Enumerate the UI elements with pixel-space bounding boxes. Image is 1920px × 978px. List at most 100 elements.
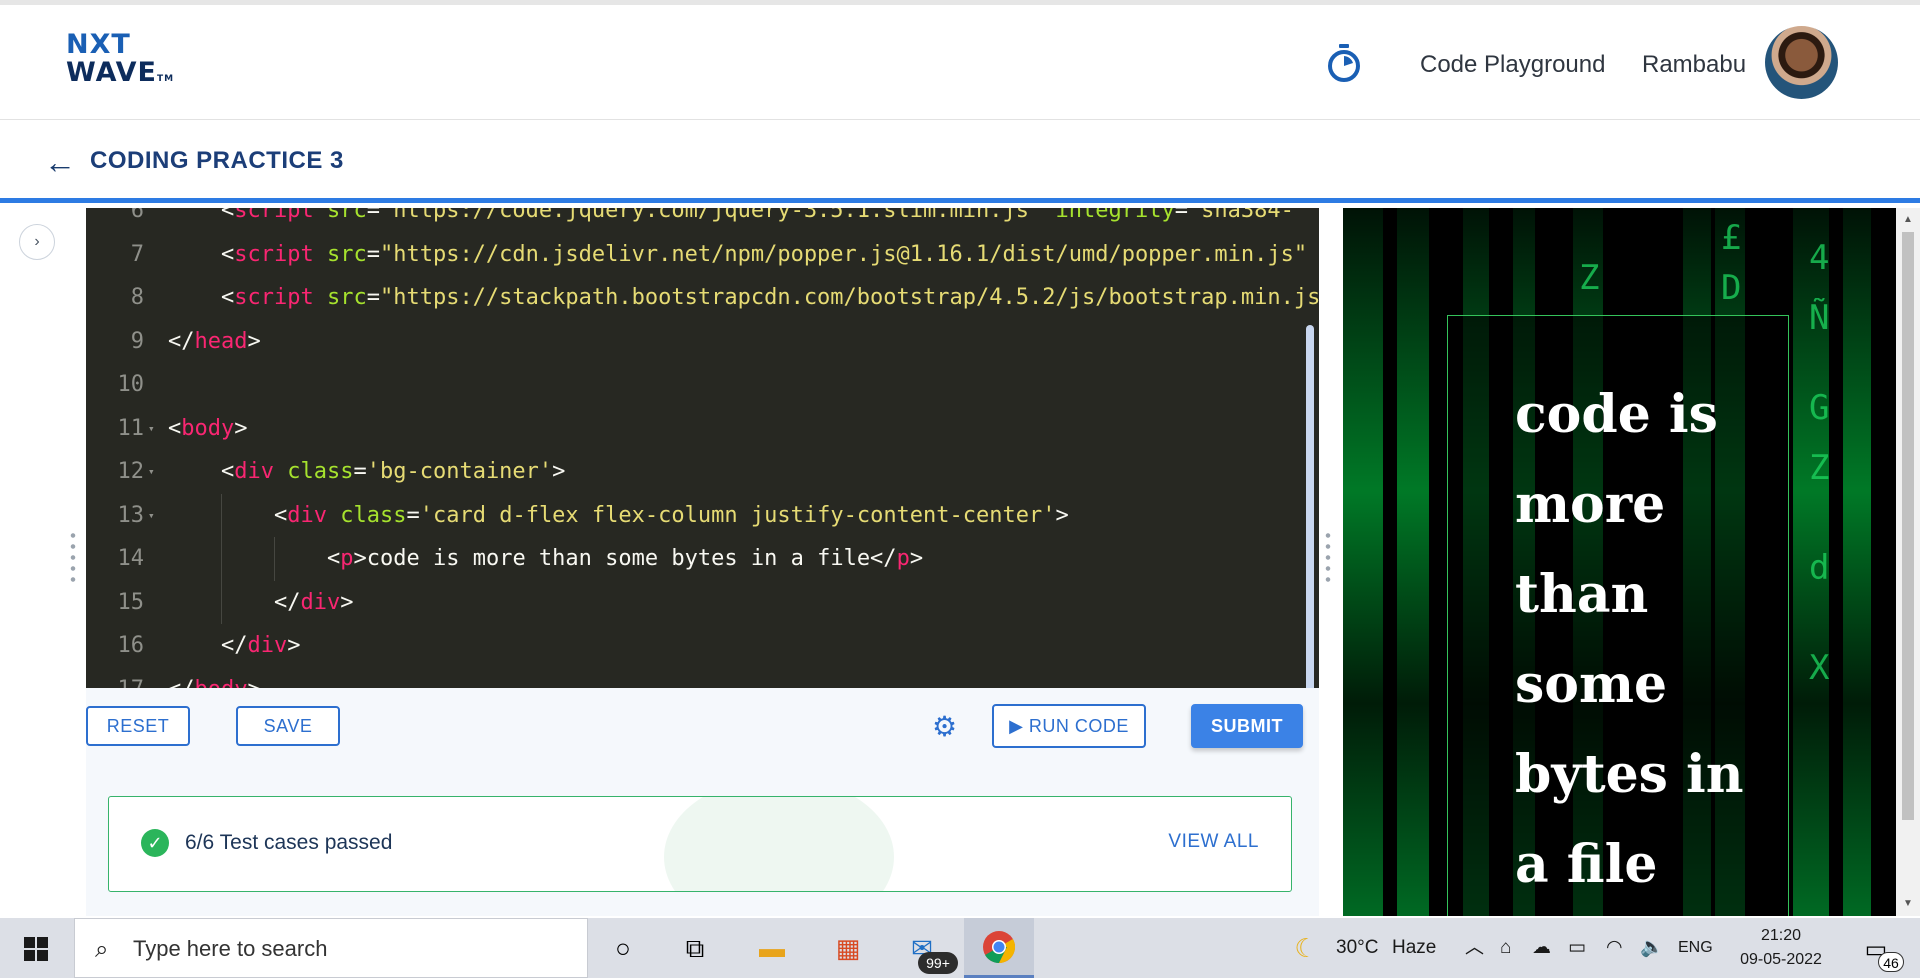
code-line[interactable]: 11 ▾ <body> bbox=[86, 407, 1319, 451]
code-token: head bbox=[194, 328, 248, 354]
code-token: < bbox=[221, 459, 235, 484]
code-token: div bbox=[247, 633, 288, 658]
code-line[interactable]: 10 bbox=[86, 363, 1319, 407]
temperature[interactable]: 30°C bbox=[1336, 918, 1378, 978]
resize-handle-left[interactable] bbox=[70, 530, 76, 586]
volume-icon[interactable]: 🔈 bbox=[1640, 918, 1664, 978]
app-header: NXT WAVETM Code Playground Rambabu bbox=[0, 5, 1920, 120]
language-indicator[interactable]: ENG bbox=[1678, 918, 1713, 978]
chevron-up-icon[interactable]: ︿ bbox=[1465, 918, 1484, 978]
code-playground-link[interactable]: Code Playground bbox=[1420, 51, 1605, 79]
start-button[interactable] bbox=[0, 918, 72, 978]
expand-sidebar-button[interactable]: › bbox=[19, 224, 55, 260]
code-line[interactable]: 17 </body> bbox=[86, 668, 1319, 689]
line-number[interactable]: 11 bbox=[86, 407, 145, 451]
weather-text[interactable]: Haze bbox=[1392, 918, 1436, 978]
submit-button[interactable]: SUBMIT bbox=[1191, 704, 1303, 748]
code-token: > bbox=[552, 459, 566, 484]
clock-time: 21:20 bbox=[1760, 927, 1802, 944]
arrow-left-icon[interactable]: ← bbox=[44, 146, 76, 178]
cortana-icon[interactable]: ○ bbox=[603, 928, 643, 968]
line-number[interactable]: 9 bbox=[86, 320, 144, 364]
stopwatch-icon[interactable] bbox=[1326, 43, 1362, 83]
clock-date: 09-05-2022 bbox=[1740, 951, 1822, 968]
scrollbar-thumb[interactable] bbox=[1902, 232, 1914, 820]
wifi-icon[interactable]: ◠ bbox=[1606, 918, 1623, 978]
code-text: <div class='card d-flex flex-column just… bbox=[274, 494, 1069, 538]
test-result-text: 6/6 Test cases passed bbox=[185, 831, 393, 854]
code-line[interactable]: 8 <script src="https://stackpath.bootstra… bbox=[86, 276, 1319, 320]
code-token: </ bbox=[274, 589, 301, 615]
code-token: </ bbox=[221, 633, 248, 658]
practice-bar: ← CODING PRACTICE 3 bbox=[0, 121, 1920, 203]
code-token: < bbox=[327, 546, 341, 571]
taskbar-search[interactable]: ⌕ Type here to search bbox=[74, 918, 588, 978]
code-line[interactable]: 15 </div> bbox=[86, 580, 1319, 625]
nxtwave-logo[interactable]: NXT WAVETM bbox=[66, 31, 174, 93]
code-token: < bbox=[221, 208, 235, 223]
matrix-column bbox=[1343, 208, 1383, 916]
test-result-panel: ✓ 6/6 Test cases passed VIEW ALL bbox=[108, 796, 1292, 892]
code-token: > bbox=[340, 589, 354, 615]
code-line[interactable]: 12 ▾ <div class='bg-container'> bbox=[86, 450, 1319, 494]
line-number[interactable]: 7 bbox=[86, 233, 144, 277]
scroll-down-icon[interactable]: ▼ bbox=[1903, 898, 1913, 909]
system-clock[interactable]: 21:20 09-05-2022 bbox=[1726, 924, 1836, 972]
task-view-icon[interactable]: ⧉ bbox=[675, 928, 715, 968]
code-token: 'bg-container' bbox=[366, 459, 553, 484]
meet-now-icon[interactable]: ⌂ bbox=[1500, 918, 1511, 978]
code-token: script bbox=[234, 241, 314, 267]
code-token: body bbox=[181, 415, 235, 441]
line-number[interactable]: 13 bbox=[86, 494, 145, 538]
code-line[interactable]: 13 ▾ <div class='card d-flex flex-column j… bbox=[86, 493, 1319, 538]
username[interactable]: Rambabu bbox=[1642, 51, 1746, 79]
chrome-taskbar-item[interactable] bbox=[964, 918, 1034, 978]
fold-toggle-icon[interactable]: ▾ bbox=[148, 407, 155, 451]
page-title: CODING PRACTICE 3 bbox=[90, 147, 344, 174]
code-line[interactable]: 6 <script src="https://code.jquery.com/jq… bbox=[86, 208, 1319, 233]
code-token: 'card d-flex flex-column justify-content… bbox=[419, 502, 1056, 528]
reset-button[interactable]: RESET bbox=[86, 706, 190, 746]
save-button[interactable]: SAVE bbox=[236, 706, 340, 746]
line-number[interactable]: 8 bbox=[86, 276, 144, 320]
code-token: src bbox=[313, 208, 367, 223]
code-line[interactable]: 16 </div> bbox=[86, 624, 1319, 668]
avatar[interactable] bbox=[1765, 26, 1838, 99]
code-token: = bbox=[366, 208, 380, 223]
code-token: >code is more than some bytes in a file<… bbox=[353, 546, 897, 571]
matrix-column bbox=[1397, 208, 1429, 916]
fold-toggle-icon[interactable]: ▾ bbox=[148, 494, 155, 538]
code-token: = bbox=[406, 502, 420, 528]
scroll-up-icon[interactable]: ▲ bbox=[1903, 214, 1913, 225]
view-all-link[interactable]: VIEW ALL bbox=[1168, 831, 1259, 853]
page-scrollbar[interactable]: ▲ ▼ bbox=[1896, 208, 1920, 916]
matrix-glyph: X bbox=[1809, 648, 1830, 688]
code-line[interactable]: 7 <script src="https://cdn.jsdelivr.net/n… bbox=[86, 233, 1319, 277]
code-token: > bbox=[287, 633, 301, 658]
line-number[interactable]: 17 bbox=[86, 668, 145, 689]
line-number[interactable]: 14 bbox=[86, 537, 145, 581]
microsoft-store-icon[interactable]: ▦ bbox=[828, 928, 868, 968]
line-number[interactable]: 15 bbox=[86, 581, 145, 625]
file-explorer-icon[interactable]: ▬ bbox=[752, 928, 792, 968]
code-text: <script src="https://code.jquery.com/jqu… bbox=[221, 208, 1294, 233]
line-number[interactable]: 16 bbox=[86, 624, 145, 668]
code-text: <script src="https://cdn.jsdelivr.net/np… bbox=[221, 233, 1307, 277]
fold-toggle-icon[interactable]: ▾ bbox=[148, 450, 155, 494]
resize-handle-right[interactable] bbox=[1325, 530, 1331, 586]
run-code-button[interactable]: ▶ RUN CODE bbox=[992, 704, 1146, 748]
code-line[interactable]: 14 <p>code is more than some bytes in a f… bbox=[86, 537, 1319, 581]
line-number[interactable]: 12 bbox=[86, 450, 145, 494]
onedrive-icon[interactable]: ☁ bbox=[1532, 918, 1551, 978]
code-token: class bbox=[327, 502, 407, 528]
code-token: body bbox=[195, 677, 248, 689]
line-number[interactable]: 10 bbox=[86, 363, 145, 407]
gear-icon[interactable]: ⚙ bbox=[932, 713, 960, 741]
line-number[interactable]: 6 bbox=[86, 208, 144, 233]
code-line[interactable]: 9 </head> bbox=[86, 320, 1319, 364]
indent-guide bbox=[221, 537, 222, 581]
weather-moon-icon: ☾ bbox=[1294, 933, 1318, 963]
code-editor[interactable]: 6 <script src="https://code.jquery.com/jq… bbox=[86, 208, 1319, 688]
battery-icon[interactable]: ▭ bbox=[1568, 918, 1586, 978]
matrix-glyph: £ bbox=[1721, 218, 1742, 258]
